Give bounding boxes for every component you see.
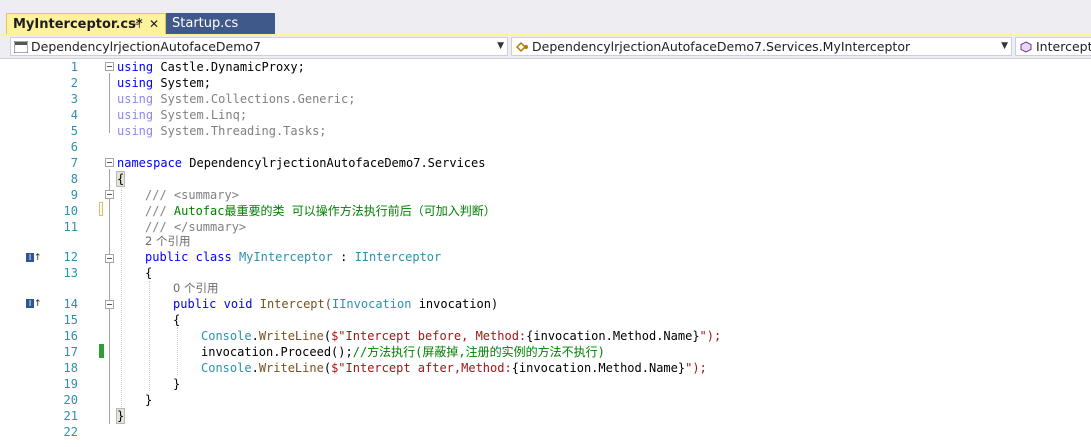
indent-guide <box>121 185 122 407</box>
csharp-project-icon <box>14 41 28 53</box>
line-number: 13 <box>63 266 78 280</box>
line-number: 9 <box>70 188 78 202</box>
line-number: 12 <box>63 250 78 264</box>
pin-icon[interactable]: ⊣ <box>131 14 141 35</box>
code-line: { <box>115 171 126 187</box>
line-number: 18 <box>63 361 78 375</box>
project-dropdown[interactable]: DependencylrjectionAutofaceDemo7 ▼ <box>10 37 508 56</box>
fold-line <box>109 73 110 133</box>
code-line: { <box>173 313 181 327</box>
code-line: /// Autofac最重要的类 可以操作方法执行前后（可加入判断） <box>145 204 496 218</box>
line-number: 11 <box>63 220 78 234</box>
tab-bar-top <box>0 0 1091 7</box>
line-number: 4 <box>70 108 78 122</box>
tab-startup[interactable]: Startup.cs <box>166 13 275 34</box>
text-cursor <box>124 408 126 422</box>
code-line: Console.WriteLine($"Intercept before, Me… <box>201 329 722 343</box>
code-line: { <box>145 266 153 280</box>
fold-line <box>109 169 110 424</box>
code-line: using Castle.DynamicProxy; <box>117 60 305 74</box>
line-number: 3 <box>70 92 78 106</box>
collapse-icon[interactable] <box>105 62 114 71</box>
line-number: 5 <box>70 124 78 138</box>
collapse-icon[interactable] <box>105 254 114 263</box>
unsaved-change-marker <box>99 202 103 216</box>
collapse-icon[interactable] <box>105 158 114 167</box>
code-editor[interactable]: I ↑ I ↑ 1 2 3 4 5 6 7 8 9 10 11 12 13 14 1… <box>0 59 1091 447</box>
line-number: 16 <box>63 329 78 343</box>
code-line-unused: using System.Threading.Tasks; <box>117 124 327 138</box>
project-name: DependencylrjectionAutofaceDemo7 <box>31 39 262 54</box>
code-line: using System; <box>117 76 211 90</box>
line-number: 17 <box>63 345 78 359</box>
code-line: /// <summary> <box>145 188 239 202</box>
code-line: } <box>173 377 181 391</box>
indent-guide <box>177 327 178 375</box>
member-name: Intercept( <box>1036 39 1091 54</box>
line-number: 21 <box>63 409 78 423</box>
code-line-unused: using System.Linq; <box>117 108 248 122</box>
code-line: public void Intercept(IInvocation invoca… <box>173 297 499 311</box>
line-number: 8 <box>70 172 78 186</box>
class-icon <box>515 41 528 53</box>
codelens-references[interactable]: 0 个引用 <box>173 280 218 296</box>
line-number: 14 <box>63 297 78 311</box>
navigation-bar: DependencylrjectionAutofaceDemo7 ▼ Depen… <box>0 36 1091 59</box>
line-number: 19 <box>63 377 78 391</box>
saved-change-marker <box>99 344 104 358</box>
line-number: 2 <box>70 76 78 90</box>
line-number: 20 <box>63 393 78 407</box>
line-number: 22 <box>63 425 78 439</box>
code-line: invocation.Proceed();//方法执行(屏蔽掉,注册的实例的方法… <box>201 345 605 359</box>
interface-icon: I <box>26 299 34 308</box>
code-line: namespace DependencylrjectionAutofaceDem… <box>117 156 486 170</box>
chevron-down-icon: ▼ <box>1001 41 1008 51</box>
codelens-references[interactable]: 2 个引用 <box>145 233 190 249</box>
line-number: 10 <box>63 204 78 218</box>
tab-label: Startup.cs <box>172 16 239 31</box>
type-dropdown[interactable]: DependencylrjectionAutofaceDemo7.Service… <box>511 37 1012 56</box>
method-icon <box>1020 41 1032 53</box>
tab-label: MyInterceptor.cs* <box>13 17 143 32</box>
line-number: 1 <box>70 60 78 74</box>
tab-myinterceptor[interactable]: MyInterceptor.cs* ⊣ ✕ <box>6 13 166 34</box>
line-number: 7 <box>70 156 78 170</box>
collapse-icon[interactable] <box>105 190 114 199</box>
close-icon[interactable]: ✕ <box>149 14 159 35</box>
code-line-unused: using System.Collections.Generic; <box>117 92 356 106</box>
collapse-icon[interactable] <box>105 300 114 309</box>
indent-guide <box>149 281 150 391</box>
code-line: } <box>145 393 153 407</box>
code-line: public class MyInterceptor : IIntercepto… <box>145 250 442 264</box>
chevron-down-icon: ▼ <box>497 41 504 51</box>
code-line: } <box>115 408 126 424</box>
line-number: 15 <box>63 313 78 327</box>
member-dropdown[interactable]: Intercept( <box>1015 37 1091 56</box>
interface-icon: I <box>26 253 34 262</box>
type-name: DependencylrjectionAutofaceDemo7.Service… <box>532 39 911 54</box>
code-line: Console.WriteLine($"Intercept after,Meth… <box>201 361 707 375</box>
document-tab-bar: MyInterceptor.cs* ⊣ ✕ Startup.cs <box>0 0 1091 37</box>
line-number: 6 <box>70 140 78 154</box>
